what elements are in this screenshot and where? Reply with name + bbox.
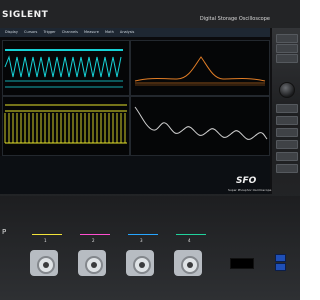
menu-item-trigger[interactable]: Trigger	[44, 30, 56, 34]
ch2-color-strip	[80, 234, 110, 235]
channel-4-bnc[interactable]	[174, 250, 202, 276]
bnc-core	[91, 262, 97, 268]
menu-bar: Display Cursors Trigger Channels Measure…	[0, 28, 270, 37]
decay-panel[interactable]	[130, 96, 270, 156]
model-label: Digital Storage Oscilloscope	[199, 16, 270, 22]
sfo-logo-subtitle: Super Phosphor Oscilloscope	[228, 188, 272, 192]
universal-knob[interactable]	[279, 82, 295, 98]
menu-item-cursors[interactable]: Cursors	[24, 30, 37, 34]
waveform-2	[3, 97, 129, 155]
ch1-color-strip	[32, 234, 62, 235]
waveform-1	[3, 41, 129, 95]
table-row	[0, 163, 220, 167]
bnc-ring	[37, 256, 55, 274]
decay-plot	[131, 97, 269, 155]
sfo-logo: SFO	[236, 176, 257, 186]
menu-item-display[interactable]: Display	[5, 30, 18, 34]
soft-key[interactable]	[276, 44, 298, 53]
usb-port[interactable]	[275, 254, 286, 262]
brand-logo: SIGLENT	[2, 10, 49, 20]
channel-3-number: 3	[140, 238, 143, 243]
menu-item-channels[interactable]: Channels	[62, 30, 78, 34]
waveform-panel-2[interactable]	[2, 96, 130, 156]
oscilloscope-device: SIGLENT Digital Storage Oscilloscope Dis…	[0, 0, 300, 300]
channel-2-bnc[interactable]	[78, 250, 106, 276]
bnc-core	[187, 262, 193, 268]
top-bezel: SIGLENT Digital Storage Oscilloscope	[0, 0, 300, 28]
bnc-ring	[133, 256, 151, 274]
soft-key[interactable]	[276, 116, 298, 125]
bnc-ring	[181, 256, 199, 274]
channel-2-number: 2	[92, 238, 95, 243]
bnc-core	[139, 262, 145, 268]
table-row	[0, 168, 220, 172]
table-row	[0, 173, 220, 177]
soft-key[interactable]	[276, 164, 298, 173]
front-panel-lower: P	[0, 196, 300, 300]
soft-key[interactable]	[276, 140, 298, 149]
channel-4-number: 4	[188, 238, 191, 243]
left-partial-label: P	[2, 228, 7, 236]
table-row	[0, 158, 220, 162]
menu-item-analysis[interactable]: Analysis	[120, 30, 134, 34]
channel-1-number: 1	[44, 238, 47, 243]
ch4-color-strip	[176, 234, 206, 235]
menu-item-measure[interactable]: Measure	[84, 30, 99, 34]
soft-key[interactable]	[276, 104, 298, 113]
soft-key[interactable]	[276, 54, 298, 63]
display-screen[interactable]: Display Cursors Trigger Channels Measure…	[0, 28, 272, 194]
probe-comp	[230, 258, 254, 269]
menu-item-math[interactable]: Math	[105, 30, 114, 34]
bnc-ring	[85, 256, 103, 274]
bnc-core	[43, 262, 49, 268]
spectrum-plot	[131, 41, 269, 95]
channel-1-bnc[interactable]	[30, 250, 58, 276]
spectrum-panel[interactable]	[130, 40, 270, 96]
soft-key[interactable]	[276, 128, 298, 137]
ch3-color-strip	[128, 234, 158, 235]
soft-key[interactable]	[276, 152, 298, 161]
usb-port[interactable]	[275, 263, 286, 271]
soft-key[interactable]	[276, 34, 298, 43]
channel-3-bnc[interactable]	[126, 250, 154, 276]
waveform-panel-1[interactable]	[2, 40, 130, 96]
